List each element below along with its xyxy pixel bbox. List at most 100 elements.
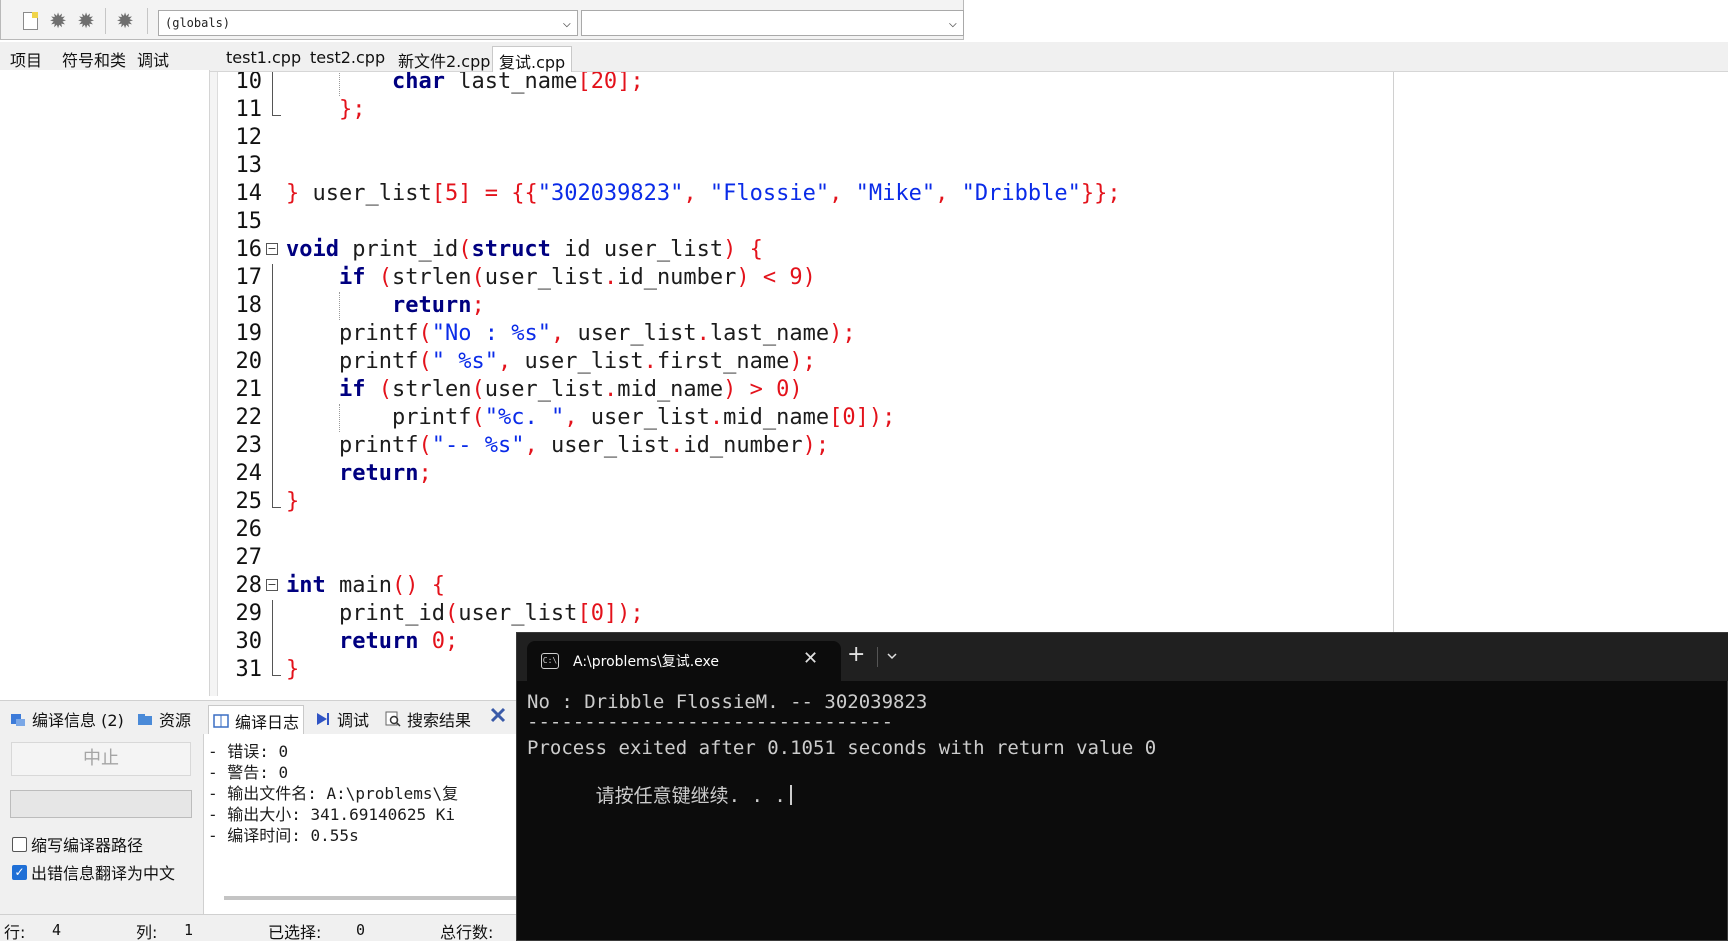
code-line[interactable]: 22 printf("%c. ", user_list.mid_name[0]); bbox=[218, 404, 1393, 432]
code-token: ; bbox=[418, 461, 432, 486]
tab-test2[interactable]: test2.cpp bbox=[304, 46, 391, 72]
code-line[interactable]: 10 char last_name[20]; bbox=[218, 72, 1393, 96]
code-token: 9 bbox=[789, 265, 803, 290]
translate-checkbox-row[interactable]: ✓ 出错信息翻译为中文 bbox=[12, 860, 175, 884]
close-panel-button[interactable] bbox=[490, 707, 506, 723]
code-token: ] bbox=[458, 181, 472, 206]
code-token: < bbox=[762, 265, 777, 290]
code-line[interactable]: 13 bbox=[218, 152, 1393, 180]
code-text: void print_id(struct id user_list) { bbox=[286, 236, 763, 264]
code-line[interactable]: 23 printf("-- %s", user_list.id_number); bbox=[218, 432, 1393, 460]
console-line: -------------------------------- bbox=[527, 711, 894, 733]
chevron-down-icon: ⌵ bbox=[562, 15, 571, 31]
translate-checkbox[interactable]: ✓ bbox=[12, 864, 27, 880]
code-token: . bbox=[709, 405, 724, 430]
code-text: } user_list[5] = {{"302039823", "Flossie… bbox=[286, 180, 1121, 208]
code-line[interactable]: 12 bbox=[218, 124, 1393, 152]
code-line[interactable]: 16− void print_id(struct id user_list) { bbox=[218, 236, 1393, 264]
code-token: void bbox=[286, 237, 339, 262]
code-token: . bbox=[670, 433, 684, 458]
search-icon bbox=[385, 711, 401, 727]
code-line[interactable]: 29 print_id(user_list[0]); bbox=[218, 600, 1393, 628]
new-file-icon[interactable] bbox=[19, 10, 41, 32]
tab-project[interactable]: 项目 bbox=[10, 47, 42, 71]
horizontal-scrollbar[interactable] bbox=[224, 896, 520, 900]
code-line[interactable]: 18 return; bbox=[218, 292, 1393, 320]
line-number: 21 bbox=[235, 377, 263, 402]
tab-compile-info[interactable]: 编译信息 (2) bbox=[10, 707, 124, 731]
code-token: if bbox=[339, 377, 366, 402]
tab-newfile2[interactable]: 新文件2.cpp bbox=[392, 46, 496, 72]
fold-toggle-icon[interactable]: − bbox=[266, 243, 278, 255]
code-line[interactable]: 24 return; bbox=[218, 460, 1393, 488]
code-token: strlen bbox=[392, 265, 472, 290]
code-token: { bbox=[749, 237, 763, 262]
code-line[interactable]: 27 bbox=[218, 544, 1393, 572]
tab-resources[interactable]: 资源 bbox=[137, 707, 191, 731]
code-line[interactable]: 14} user_list[5] = {{"302039823", "Floss… bbox=[218, 180, 1393, 208]
tab-debug-bottom[interactable]: 调试 bbox=[315, 707, 369, 731]
gear-icon[interactable]: ✹ bbox=[47, 10, 69, 32]
code-line[interactable]: 17 if (strlen(user_list.id_number) < 9) bbox=[218, 264, 1393, 292]
fold-toggle-icon[interactable]: − bbox=[266, 579, 278, 591]
new-tab-button[interactable]: + bbox=[847, 643, 865, 667]
code-token: int bbox=[286, 573, 326, 598]
console-titlebar[interactable]: C:\ A:\problems\复试.exe ✕ + bbox=[517, 633, 1728, 681]
gear-icon-3[interactable]: ✹ bbox=[114, 10, 136, 32]
code-line[interactable]: 15 bbox=[218, 208, 1393, 236]
code-token: return bbox=[339, 629, 419, 654]
line-number: 29 bbox=[235, 601, 263, 626]
compile-info-icon bbox=[10, 711, 26, 727]
line-number: 22 bbox=[235, 405, 263, 430]
code-line[interactable]: 21 if (strlen(user_list.mid_name) > 0) bbox=[218, 376, 1393, 404]
titlebar-divider bbox=[877, 647, 878, 667]
stop-button[interactable]: 中止 bbox=[11, 742, 191, 776]
console-tab[interactable]: C:\ A:\problems\复试.exe ✕ bbox=[527, 641, 841, 681]
code-line[interactable]: 26 bbox=[218, 516, 1393, 544]
chevron-down-icon: ⌵ bbox=[948, 15, 957, 31]
function-combo[interactable]: ⌵ bbox=[581, 10, 964, 36]
short-path-checkbox[interactable] bbox=[12, 836, 27, 852]
code-text: return; bbox=[392, 292, 485, 320]
code-line[interactable]: 20 printf(" %s", user_list.first_name); bbox=[218, 348, 1393, 376]
tab-search-results[interactable]: 搜索结果 bbox=[385, 707, 471, 731]
short-path-label: 缩写编译器路径 bbox=[31, 836, 144, 855]
code-editor[interactable]: 10 char last_name[20]; 11}; 12 13 14} user_li… bbox=[218, 72, 1393, 696]
code-line[interactable]: 28− int main() { bbox=[218, 572, 1393, 600]
code-token: , bbox=[497, 349, 512, 374]
total-lines-label: 总行数: bbox=[440, 923, 494, 942]
code-line[interactable]: 25} bbox=[218, 488, 1393, 516]
tab-compile-log[interactable]: 编译日志 bbox=[208, 705, 305, 735]
chevron-down-icon[interactable] bbox=[883, 646, 901, 666]
editor-tabs: test1.cpp test2.cpp 新文件2.cpp 复试.cpp bbox=[210, 42, 1728, 72]
code-token: printf bbox=[339, 349, 419, 374]
code-line[interactable]: 19 printf("No : %s", user_list.last_name)… bbox=[218, 320, 1393, 348]
console-line: No : Dribble FlossieM. -- 302039823 bbox=[527, 691, 928, 713]
code-token: ]); bbox=[603, 601, 644, 626]
console-window[interactable]: C:\ A:\problems\复试.exe ✕ + No : Dribble … bbox=[516, 632, 1728, 941]
code-token: user_list bbox=[511, 349, 644, 374]
short-path-checkbox-row[interactable]: 缩写编译器路径 bbox=[12, 832, 143, 856]
gear-icon-2[interactable]: ✹ bbox=[75, 10, 97, 32]
code-token: } bbox=[286, 657, 300, 682]
code-token: ); bbox=[829, 321, 856, 346]
tab-fushi[interactable]: 复试.cpp bbox=[492, 46, 573, 72]
code-line[interactable]: 11}; bbox=[218, 96, 1393, 124]
fold-guide-line bbox=[272, 460, 273, 488]
code-token: ( bbox=[471, 265, 485, 290]
code-token: print_id bbox=[338, 237, 459, 262]
tab-test1[interactable]: test1.cpp bbox=[220, 46, 307, 72]
fold-guide-line bbox=[272, 432, 273, 460]
fold-end-marker bbox=[272, 656, 281, 676]
tab-symbols[interactable]: 符号和类 bbox=[62, 47, 126, 71]
tab-debug[interactable]: 调试 bbox=[137, 47, 169, 71]
code-token: }; bbox=[339, 97, 366, 122]
code-token: 0 bbox=[776, 377, 790, 402]
close-icon[interactable]: ✕ bbox=[803, 648, 818, 669]
console-output[interactable]: No : Dribble FlossieM. -- 302039823 ----… bbox=[527, 691, 1717, 931]
globals-combo[interactable]: (globals) ⌵ bbox=[158, 10, 578, 36]
